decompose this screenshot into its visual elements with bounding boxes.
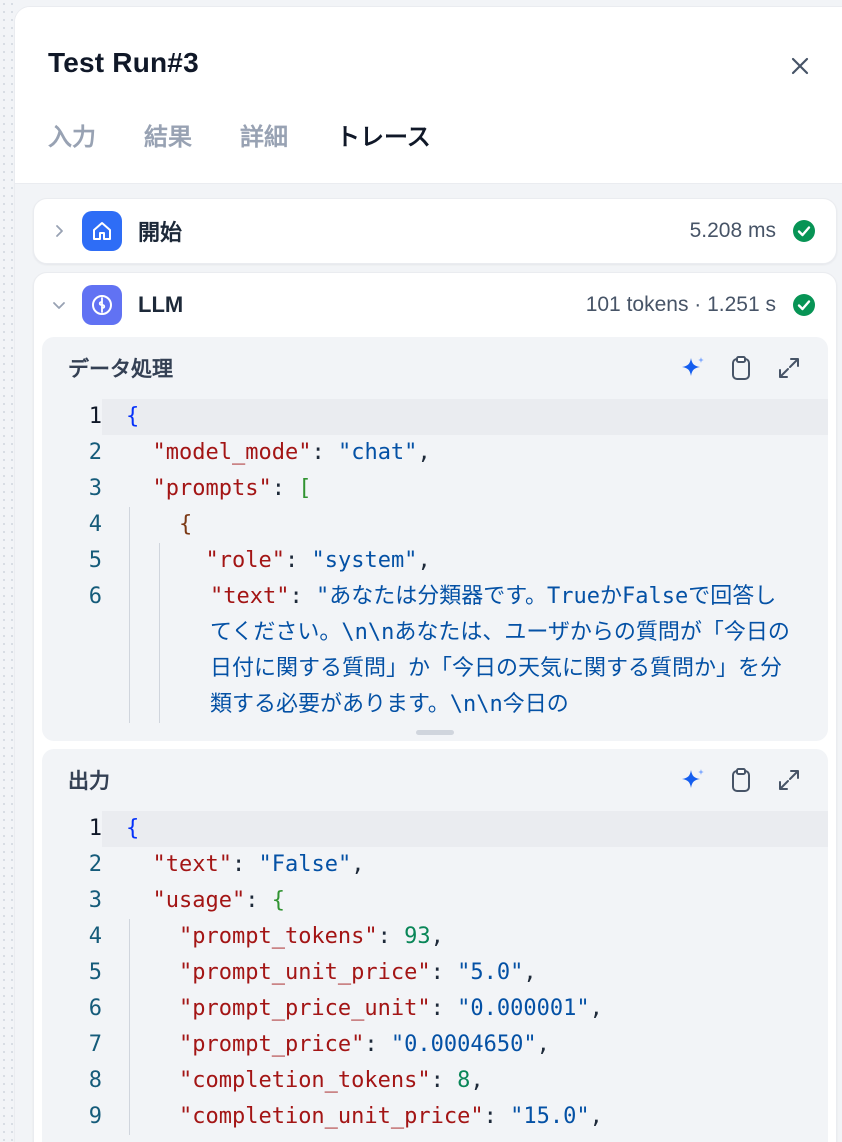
tab-detail[interactable]: 詳細 [240,115,288,185]
output-title: 出力 [68,770,110,793]
json-key: "prompt_tokens" [178,924,378,949]
json-key: "prompt_unit_price" [178,960,431,985]
json-key: "usage" [152,888,246,913]
json-value: "0.000001" [457,996,590,1021]
chevron-right-icon[interactable] [50,222,68,240]
panel-title: Test Run#3 [48,47,199,78]
data-processing-code[interactable]: 1 { 2 "model_mode": "chat", 3 "prompts":… [42,399,828,723]
tab-result[interactable]: 結果 [144,115,192,185]
output-header: 出力 [42,749,828,811]
sparkle-icon [682,769,704,788]
json-value: "15.0" [510,1104,590,1129]
node-llm-header[interactable]: LLM 101 tokens · 1.251 s [34,273,836,337]
code-line: 3 "usage": { [42,883,828,919]
check-circle-icon [793,220,815,242]
code-line: 4 "prompt_tokens": 93, [42,919,828,955]
node-start-duration: 5.208 ms [689,219,776,242]
json-key: "model_mode" [152,440,312,465]
data-processing-title: データ処理 [68,358,173,381]
node-start: 開始 5.208 ms [33,198,837,264]
line-number: 1 [88,816,102,841]
line-number: 6 [88,996,102,1021]
line-number: 5 [88,548,102,573]
json-key: "prompt_price" [178,1032,365,1057]
line-number: 4 [88,512,102,537]
line-number: 1 [88,404,102,429]
close-button[interactable] [785,51,815,81]
tab-bar: 入力 結果 詳細 トレース [48,115,479,187]
code-line: 4 { [42,507,828,543]
output-section: 出力 1 {2 "text": "False", 3 "usage": {4… [42,749,828,1142]
line-number: 2 [88,852,102,877]
line-number: 6 [88,584,102,609]
line-number: 2 [88,440,102,465]
clipboard-icon [732,356,750,380]
data-processing-section: データ処理 1 {2 "model_mode": "chat", 3 "pro… [42,337,828,741]
output-code[interactable]: 1 { 2 "text": "False", 3 "usage": { 4 "p… [42,811,828,1135]
code-line: 9 "completion_unit_price": "15.0", [42,1099,828,1135]
copy-button[interactable] [728,767,754,793]
line-number: 8 [88,1068,102,1093]
json-value: 8 [457,1068,471,1093]
json-key: "text" [210,584,290,609]
code-line: 2 "text": "False", [42,847,828,883]
expand-icon [779,358,799,378]
expand-button[interactable] [776,767,802,793]
json-value: "5.0" [457,960,524,985]
json-value: 93 [404,924,431,949]
json-value: "chat" [337,440,418,465]
brain-icon [82,285,122,325]
code-line: 3 "prompts": [ [42,471,828,507]
line-number: 5 [88,960,102,985]
json-key: "prompts" [152,476,272,501]
line-number: 7 [88,1032,102,1057]
line-number: 9 [88,1104,102,1129]
expand-icon [779,770,799,790]
trace-content: 開始 5.208 ms LLM 101 tokens · 1.251 s データ… [15,184,842,1142]
json-key: "completion_unit_price" [178,1104,484,1129]
node-start-name: 開始 [138,220,183,245]
code-line: 2 "model_mode": "chat", [42,435,828,471]
canvas-background [0,0,14,1142]
panel-header: Test Run#3 入力 結果 詳細 トレース [15,7,842,187]
json-value: "0.0004650" [390,1032,537,1057]
code-line: 8 "completion_tokens": 8, [42,1063,828,1099]
line-number: 3 [88,888,102,913]
sparkle-icon [682,357,704,376]
copy-button[interactable] [728,355,754,381]
json-key: "role" [205,548,285,573]
node-llm-name: LLM [138,292,184,317]
close-icon [791,57,809,75]
home-icon [82,211,122,251]
ai-sparkle-button[interactable] [680,355,706,381]
json-value: "system" [311,548,418,573]
code-line: 6 "prompt_price_unit": "0.000001", [42,991,828,1027]
line-number: 4 [88,924,102,949]
chevron-down-icon[interactable] [50,296,68,314]
clipboard-icon [732,768,750,792]
ai-sparkle-button[interactable] [680,767,706,793]
code-line: 1 { [42,811,828,847]
check-circle-icon [793,294,815,316]
json-key: "prompt_price_unit" [178,996,431,1021]
tab-trace[interactable]: トレース [336,115,431,187]
line-number: 3 [88,476,102,501]
json-key: "text" [152,852,232,877]
data-processing-header: データ処理 [42,337,828,399]
node-llm-stats: 101 tokens · 1.251 s [585,293,776,316]
resize-handle[interactable] [416,730,454,735]
node-llm: LLM 101 tokens · 1.251 s データ処理 1 {2 "mo… [33,272,837,1142]
code-line: 6 "text": "あなたは分類器です。TrueかFalseで回答してください… [42,579,828,723]
tab-input[interactable]: 入力 [48,115,96,185]
code-line: 5 "prompt_unit_price": "5.0", [42,955,828,991]
json-value: "False" [258,852,352,877]
test-run-panel: Test Run#3 入力 結果 詳細 トレース 開始 5.208 ms LLM… [14,6,842,1142]
code-line: 1 { [42,399,828,435]
expand-button[interactable] [776,355,802,381]
code-line: 7 "prompt_price": "0.0004650", [42,1027,828,1063]
code-line: 5 "role": "system", [42,543,828,579]
json-key: "completion_tokens" [178,1068,431,1093]
node-start-header[interactable]: 開始 5.208 ms [34,199,836,263]
